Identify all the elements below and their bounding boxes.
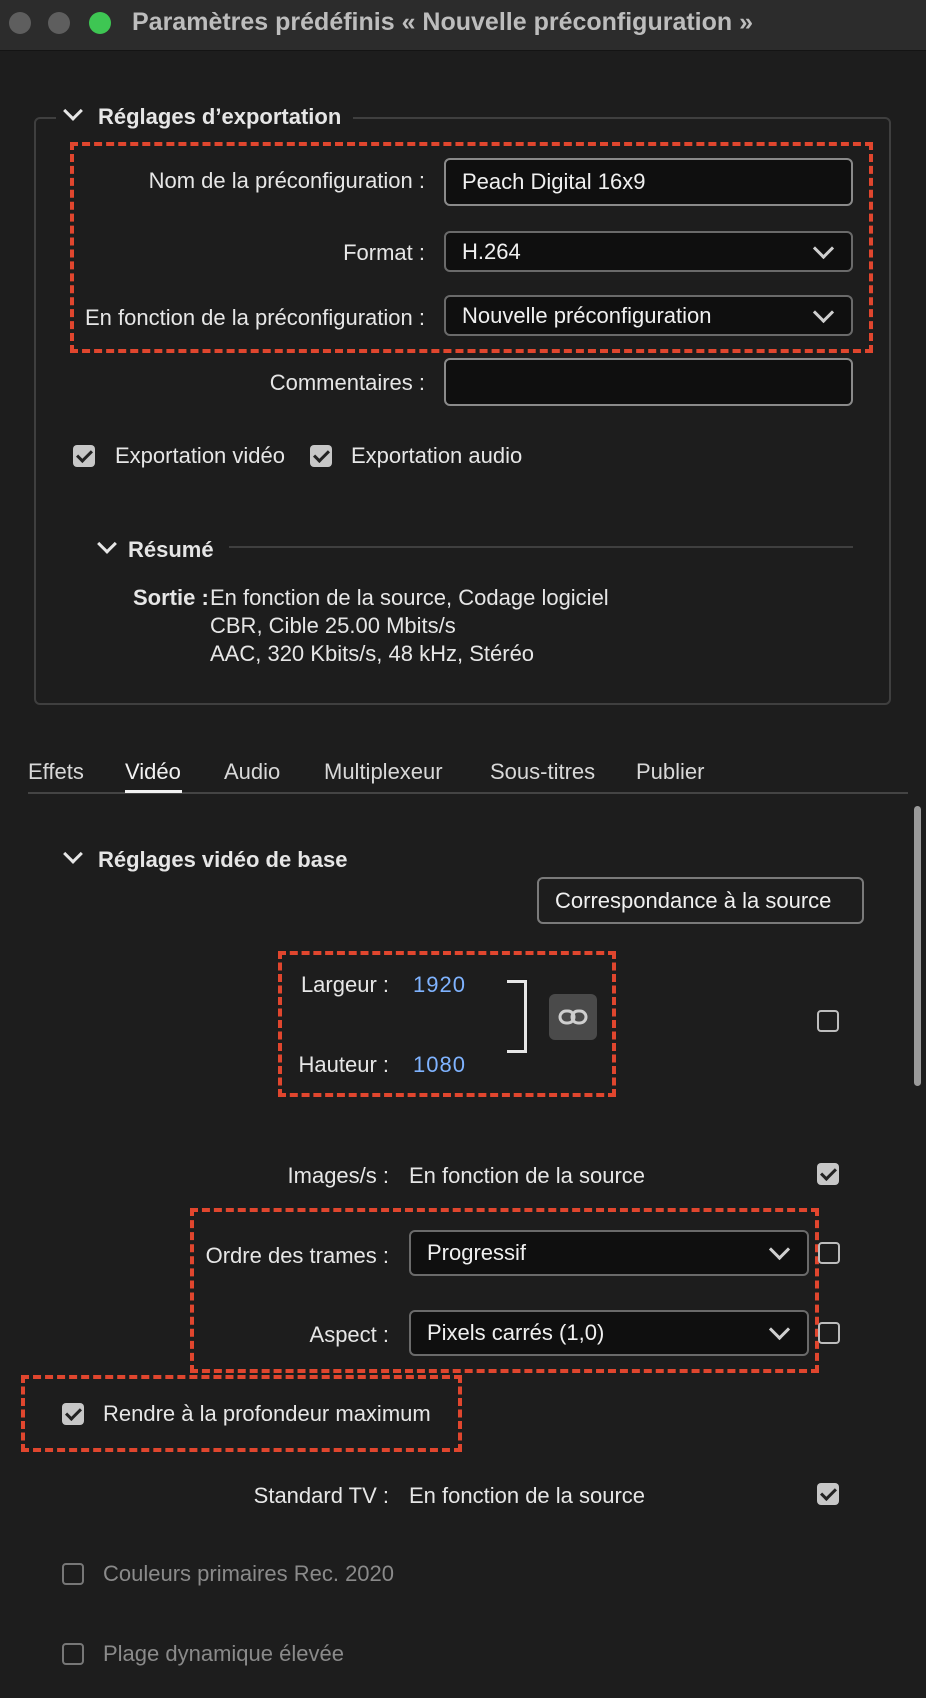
frame-size-match-checkbox[interactable] <box>817 1010 839 1032</box>
title-bar: Paramètres prédéfinis « Nouvelle préconf… <box>0 0 926 51</box>
aspect-select[interactable]: Pixels carrés (1,0) <box>409 1310 809 1356</box>
max-depth-checkbox[interactable] <box>62 1403 84 1425</box>
export-settings-title: Réglages d’exportation <box>98 104 342 129</box>
export-settings-header[interactable]: Réglages d’exportation <box>56 101 354 130</box>
summary-title: Résumé <box>128 537 214 562</box>
hdr-checkbox[interactable] <box>62 1643 84 1665</box>
rec2020-checkbox[interactable] <box>62 1563 84 1585</box>
export-video-checkbox[interactable] <box>73 445 95 467</box>
output-line-3: AAC, 320 Kbits/s, 48 kHz, Stéréo <box>210 641 535 666</box>
format-label: Format : <box>343 240 425 265</box>
tv-standard-label: Standard TV : <box>253 1483 389 1508</box>
based-on-preset-value: Nouvelle préconfiguration <box>462 302 712 328</box>
format-value: H.264 <box>462 238 521 264</box>
chevron-down-icon <box>812 301 835 323</box>
rec2020-label: Couleurs primaires Rec. 2020 <box>103 1561 395 1586</box>
zoom-window-button[interactable] <box>89 12 111 34</box>
based-on-preset-label: En fonction de la préconfiguration : <box>84 305 425 330</box>
max-depth-label: Rendre à la profondeur maximum <box>103 1401 431 1426</box>
fps-value: En fonction de la source <box>409 1163 646 1188</box>
export-audio-checkbox[interactable] <box>310 445 332 467</box>
tab-effects[interactable]: Effets <box>28 759 84 785</box>
summary-divider <box>229 546 853 548</box>
scrollbar[interactable] <box>914 806 921 1086</box>
based-on-preset-select[interactable]: Nouvelle préconfiguration <box>444 295 853 336</box>
chevron-down-icon <box>63 844 83 864</box>
field-order-label: Ordre des trames : <box>205 1243 389 1268</box>
close-window-button[interactable] <box>9 12 31 34</box>
tab-captions[interactable]: Sous-titres <box>490 759 595 785</box>
output-label: Sortie : <box>133 585 209 610</box>
export-audio-label: Exportation audio <box>351 443 523 468</box>
preset-name-field[interactable]: Peach Digital 16x9 <box>444 158 853 206</box>
match-source-button[interactable]: Correspondance à la source <box>537 877 864 924</box>
format-select[interactable]: H.264 <box>444 231 853 272</box>
active-tab-indicator <box>125 790 182 793</box>
hdr-label: Plage dynamique élevée <box>103 1641 344 1666</box>
field-order-value: Progressif <box>427 1240 527 1265</box>
tab-audio[interactable]: Audio <box>224 759 280 785</box>
tv-standard-match-checkbox[interactable] <box>817 1483 839 1505</box>
tab-publish[interactable]: Publier <box>636 759 704 785</box>
width-value[interactable]: 1920 <box>413 972 466 998</box>
field-order-match-checkbox[interactable] <box>818 1242 840 1264</box>
chevron-down-icon <box>97 534 117 554</box>
export-video-label: Exportation vidéo <box>115 443 285 468</box>
aspect-value: Pixels carrés (1,0) <box>427 1320 605 1345</box>
chevron-down-icon <box>63 101 83 121</box>
basic-video-settings-header[interactable]: Réglages vidéo de base <box>58 844 360 873</box>
height-label: Hauteur : <box>298 1052 390 1077</box>
window-title: Paramètres prédéfinis « Nouvelle préconf… <box>132 8 754 36</box>
width-label: Largeur : <box>300 972 389 997</box>
fps-label: Images/s : <box>287 1163 389 1188</box>
minimize-window-button[interactable] <box>48 12 70 34</box>
link-bracket-line <box>507 980 527 1053</box>
height-value[interactable]: 1080 <box>413 1052 466 1078</box>
output-line-1: En fonction de la source, Codage logicie… <box>210 585 609 610</box>
link-icon-glyph <box>558 1009 588 1025</box>
comments-label: Commentaires : <box>269 370 425 395</box>
comments-field[interactable] <box>444 358 853 406</box>
output-line-2: CBR, Cible 25.00 Mbits/s <box>210 613 456 638</box>
tv-standard-value: En fonction de la source <box>409 1483 646 1508</box>
preset-name-label: Nom de la préconfiguration : <box>148 168 425 193</box>
link-icon[interactable] <box>549 994 597 1040</box>
chevron-down-icon <box>768 1318 791 1341</box>
tab-multiplexer[interactable]: Multiplexeur <box>324 759 443 785</box>
fps-match-checkbox[interactable] <box>817 1163 839 1185</box>
aspect-match-checkbox[interactable] <box>818 1322 840 1344</box>
field-order-select[interactable]: Progressif <box>409 1230 809 1276</box>
tab-video[interactable]: Vidéo <box>125 759 181 785</box>
chevron-down-icon <box>812 237 835 259</box>
aspect-label: Aspect : <box>309 1322 389 1347</box>
summary-header[interactable]: Résumé <box>90 534 224 563</box>
basic-video-settings-title: Réglages vidéo de base <box>98 847 348 872</box>
chevron-down-icon <box>768 1238 791 1261</box>
